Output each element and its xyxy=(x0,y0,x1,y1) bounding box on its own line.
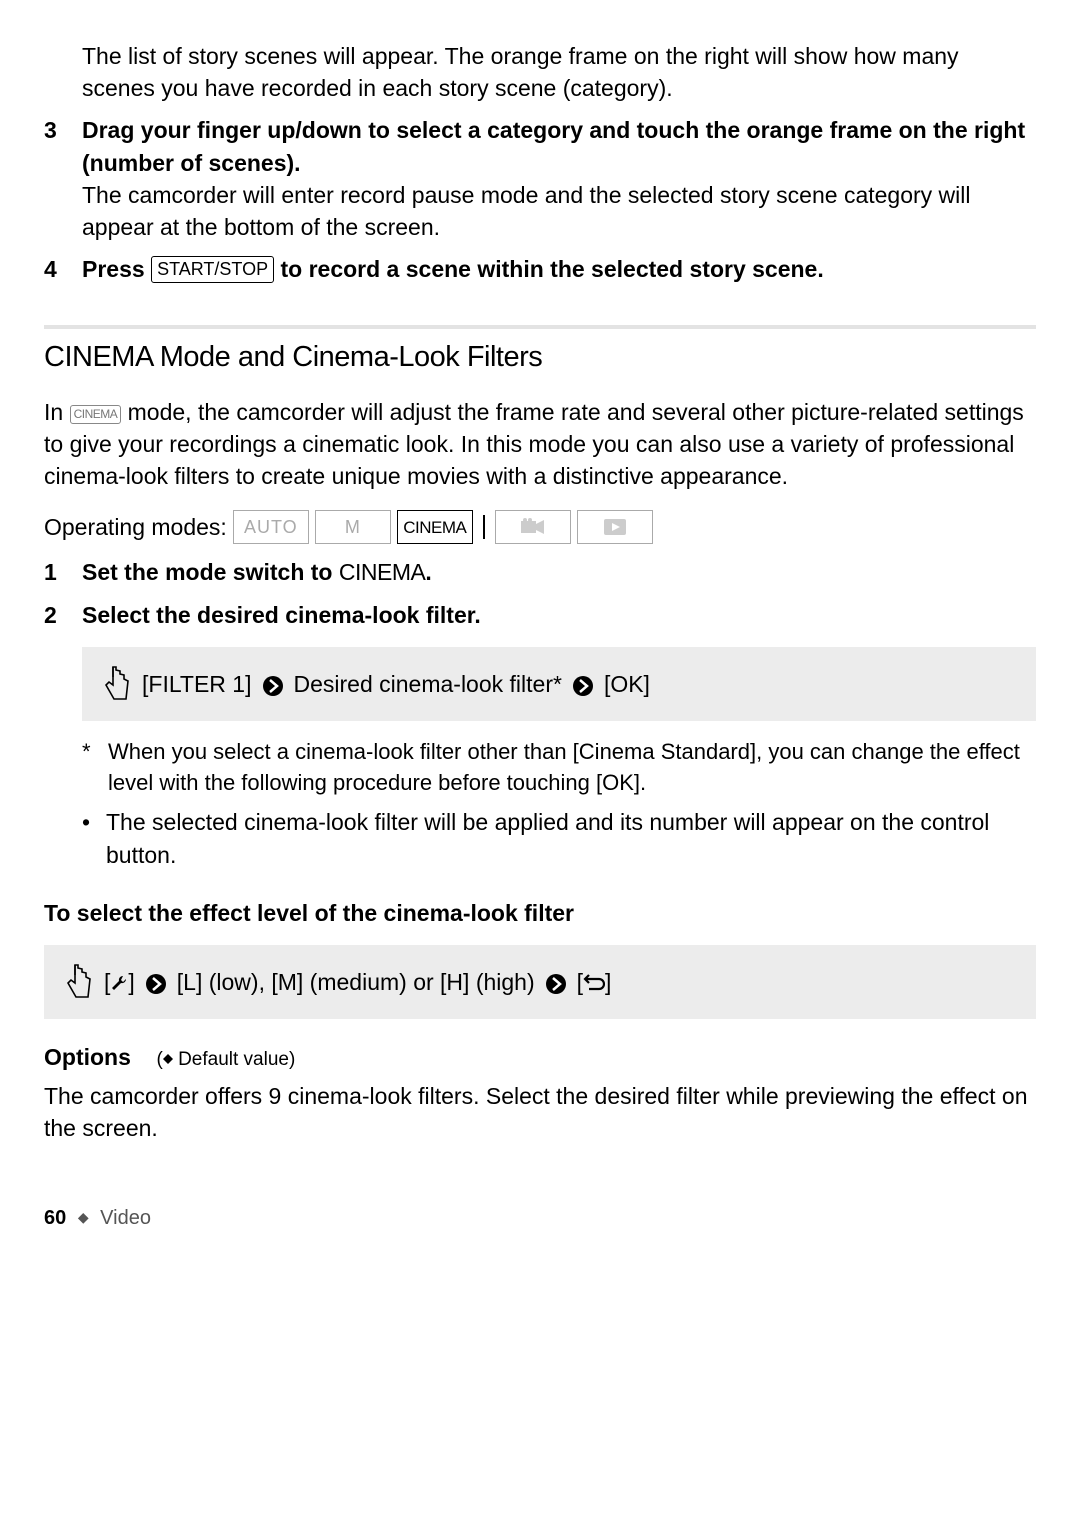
step-4: 4 Press START/STOP to record a scene wit… xyxy=(44,253,1036,285)
touch-sequence-effect-level: [] [L] (low), [M] (medium) or [H] (high)… xyxy=(44,945,1036,1019)
touch-hand-icon xyxy=(64,963,94,1001)
chevron-right-icon xyxy=(545,966,567,998)
movie-camera-icon xyxy=(521,518,545,536)
chevron-right-icon xyxy=(145,966,167,998)
mode-m-button: M xyxy=(315,510,391,544)
mode-auto-button: AUTO xyxy=(233,510,309,544)
cinema-para-after: mode, the camcorder will adjust the fram… xyxy=(44,399,1024,489)
options-line: Options ( Default value) xyxy=(44,1041,1036,1074)
operating-modes-row: Operating modes: AUTO M CINEMA xyxy=(44,510,1036,544)
bullet-marker: • xyxy=(82,806,106,870)
cinema-word: CINEMA xyxy=(339,559,425,585)
mode-movie-playback-button xyxy=(495,510,571,544)
operating-modes-label: Operating modes: xyxy=(44,511,227,543)
bullet-row: • The selected cinema-look filter will b… xyxy=(82,806,1036,870)
cinema-step-1-before: Set the mode switch to xyxy=(82,559,339,585)
step-3: 3 Drag your finger up/down to select a c… xyxy=(44,114,1036,243)
page-number: 60 xyxy=(44,1207,66,1229)
touch-desired-filter: Desired cinema-look filter* xyxy=(294,668,562,700)
cinema-step-1-body: Set the mode switch to CINEMA. xyxy=(82,556,1036,588)
step-4-press: Press xyxy=(82,256,145,282)
cinema-step-2-number: 2 xyxy=(44,599,82,631)
touch-sequence-filter: [FILTER 1] Desired cinema-look filter* [… xyxy=(82,647,1036,721)
touch-levels-text: [L] (low), [M] (medium) or [H] (high) xyxy=(177,966,535,998)
back-return-icon xyxy=(583,974,605,992)
touch-ok: [OK] xyxy=(604,668,650,700)
step-4-number: 4 xyxy=(44,253,82,285)
cinema-paragraph: In CINEMA mode, the camcorder will adjus… xyxy=(44,396,1036,493)
chevron-right-icon xyxy=(262,668,284,700)
start-stop-button-label: START/STOP xyxy=(151,256,274,283)
step-3-body: Drag your finger up/down to select a cat… xyxy=(82,114,1036,243)
bullet-text: The selected cinema-look filter will be … xyxy=(106,806,1036,870)
intro-paragraph: The list of story scenes will appear. Th… xyxy=(82,40,1036,104)
wrench-icon xyxy=(110,974,128,992)
cinema-step-2-title: Select the desired cinema-look filter. xyxy=(82,599,1036,631)
step-4-after: to record a scene within the selected st… xyxy=(274,256,824,282)
step-3-number: 3 xyxy=(44,114,82,243)
footnote-block: * When you select a cinema-look filter o… xyxy=(82,737,1036,799)
mode-cinema-button: CINEMA xyxy=(397,510,473,544)
intro-text: The list of story scenes will appear. Th… xyxy=(82,43,959,101)
touch-back-bracket: [] xyxy=(577,966,612,998)
touch-wrench-bracket: [] xyxy=(104,966,135,998)
cinema-step-2: 2 Select the desired cinema-look filter. xyxy=(44,599,1036,631)
effect-level-subhead: To select the effect level of the cinema… xyxy=(44,897,1036,929)
touch-hand-icon xyxy=(102,665,132,703)
cinema-step-1: 1 Set the mode switch to CINEMA. xyxy=(44,556,1036,588)
photo-playback-icon xyxy=(603,518,627,536)
mode-photo-playback-button xyxy=(577,510,653,544)
touch-filter-1: [FILTER 1] xyxy=(142,668,252,700)
cinema-badge-icon: CINEMA xyxy=(70,405,122,424)
step-4-body: Press START/STOP to record a scene withi… xyxy=(82,253,1036,285)
section-title-cinema: CINEMA Mode and Cinema-Look Filters xyxy=(44,325,1036,378)
diamond-icon xyxy=(163,1054,173,1064)
cinema-para-before: In xyxy=(44,399,70,425)
step-3-text: The camcorder will enter record pause mo… xyxy=(82,179,1036,243)
cinema-step-1-after: . xyxy=(425,559,431,585)
page-footer: 60 ◆ Video xyxy=(44,1204,1036,1232)
footer-section: Video xyxy=(100,1207,151,1229)
mode-separator xyxy=(483,515,485,539)
step-3-title: Drag your finger up/down to select a cat… xyxy=(82,114,1036,178)
chevron-right-icon xyxy=(572,668,594,700)
cinema-step-1-number: 1 xyxy=(44,556,82,588)
options-default-note: ( Default value) xyxy=(156,1049,295,1070)
options-body: The camcorder offers 9 cinema-look filte… xyxy=(44,1080,1036,1144)
footer-diamond-icon: ◆ xyxy=(78,1209,89,1225)
footnote-text: When you select a cinema-look filter oth… xyxy=(108,737,1036,799)
options-label: Options xyxy=(44,1044,131,1070)
footnote-marker: * xyxy=(82,737,108,799)
